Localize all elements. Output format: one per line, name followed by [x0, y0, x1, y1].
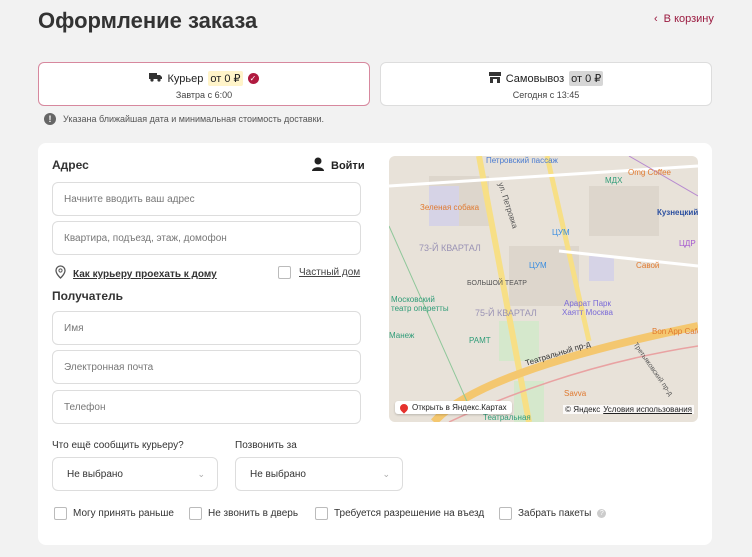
call-before-select[interactable]: Не выбрано ⌄	[235, 457, 403, 491]
option-label: Забрать пакеты	[518, 508, 592, 519]
call-before-label: Позвонить за	[235, 440, 297, 451]
courier-message-select[interactable]: Не выбрано ⌄	[52, 457, 218, 491]
map-label: Московский театр оперетты	[391, 295, 449, 313]
checkbox[interactable]	[315, 507, 328, 520]
private-house-label: Частный дом	[299, 267, 361, 278]
option-label: Не звонить в дверь	[208, 508, 299, 519]
directions-link[interactable]: Как курьеру проехать к дому	[73, 269, 217, 280]
back-to-cart-link[interactable]: ‹ В корзину	[654, 13, 714, 25]
delivery-note: ! Указана ближайшая дата и минимальная ст…	[44, 113, 324, 125]
open-in-yandex-maps-button[interactable]: Открыть в Яндекс.Картах	[395, 401, 512, 414]
map-label: Петровский пассаж	[486, 156, 558, 165]
address-heading: Адрес	[52, 158, 89, 172]
option-label: Требуется разрешение на въезд	[334, 508, 485, 519]
option-dont-ring[interactable]: Не звонить в дверь	[189, 507, 298, 520]
map-label: БОЛЬШОЙ ТЕАТР	[467, 280, 527, 287]
map-label: 73-Й КВАРТАЛ	[419, 243, 481, 253]
login-label: Войти	[331, 159, 365, 172]
private-house-checkbox[interactable]	[278, 266, 291, 279]
copyright-text: © Яндекс	[565, 405, 601, 414]
option-entry-permit[interactable]: Требуется разрешение на въезд	[315, 507, 484, 520]
recipient-heading: Получатель	[52, 289, 123, 303]
help-icon[interactable]: ?	[597, 509, 607, 518]
map-label: РАМТ	[469, 336, 491, 345]
map[interactable]: Петровский пассаж ул. Петровка Зеленая с…	[389, 156, 698, 422]
directions-row: Как курьеру проехать к дому	[55, 265, 217, 284]
chevron-down-icon: ⌄	[197, 468, 205, 479]
price-badge: от 0 ₽	[569, 71, 604, 86]
map-label: Манеж	[389, 331, 415, 340]
tab-label: Самовывоз	[505, 72, 565, 85]
map-label: ЦДР	[679, 239, 696, 248]
price-badge: от 0 ₽	[208, 71, 243, 86]
courier-message-label: Что ещё сообщить курьеру?	[52, 440, 184, 451]
tab-pickup[interactable]: Самовывоз от 0 ₽ Сегодня с 13:45	[380, 62, 712, 106]
checkbox[interactable]	[189, 507, 202, 520]
page-title: Оформление заказа	[38, 8, 258, 33]
map-label: ЦУМ	[552, 228, 570, 237]
map-copyright: © Яндекс Условия использования	[563, 405, 694, 414]
user-icon	[312, 157, 324, 174]
tab-courier[interactable]: Курьер от 0 ₽ ✓ Завтра с 6:00	[38, 62, 370, 106]
map-pin-icon	[398, 401, 410, 414]
tab-label: Курьер	[167, 72, 204, 85]
truck-icon	[149, 72, 163, 85]
address-input[interactable]: Начните вводить ваш адрес	[52, 182, 361, 216]
map-label: МДХ	[605, 176, 623, 185]
option-label: Могу принять раньше	[73, 508, 174, 519]
phone-input[interactable]: Телефон	[52, 390, 361, 424]
tab-subtitle: Завтра с 6:00	[175, 90, 233, 100]
option-take-bags[interactable]: Забрать пакеты?	[499, 507, 607, 520]
note-text: Указана ближайшая дата и минимальная сто…	[63, 114, 325, 124]
map-label: Савой	[636, 261, 660, 270]
private-house-option[interactable]: Частный дом	[278, 266, 360, 279]
open-label: Открыть в Яндекс.Картах	[412, 403, 507, 412]
location-pin-icon	[55, 265, 66, 284]
back-label: В корзину	[663, 13, 714, 25]
apartment-details-input[interactable]: Квартира, подъезд, этаж, домофон	[52, 221, 361, 255]
map-label: ЦУМ	[529, 261, 547, 270]
map-label: Savva	[564, 389, 587, 398]
map-label: 75-Й КВАРТАЛ	[475, 308, 537, 318]
map-label: Зеленая собака	[420, 203, 480, 212]
map-label: Omg Coffee	[628, 168, 671, 177]
map-label: Театральная	[483, 413, 531, 422]
email-input[interactable]: Электронная почта	[52, 350, 361, 384]
check-icon: ✓	[247, 73, 259, 84]
select-value: Не выбрано	[250, 468, 306, 480]
name-input[interactable]: Имя	[52, 311, 361, 345]
info-icon: !	[44, 113, 56, 125]
chevron-left-icon: ‹	[654, 13, 658, 25]
store-icon	[488, 71, 501, 86]
tab-subtitle: Сегодня с 13:45	[512, 90, 580, 100]
select-value: Не выбрано	[67, 468, 123, 480]
map-roads	[389, 156, 698, 422]
checkbox[interactable]	[499, 507, 512, 520]
option-accept-earlier[interactable]: Могу принять раньше	[54, 507, 174, 520]
chevron-down-icon: ⌄	[382, 468, 390, 479]
map-label: Bon App Cafe	[652, 327, 698, 336]
map-label: Кузнецкий	[657, 208, 698, 217]
login-button[interactable]: Войти	[312, 157, 365, 174]
checkbox[interactable]	[54, 507, 67, 520]
map-label: Арарат Парк Хаятт Москва	[562, 299, 613, 317]
terms-link[interactable]: Условия использования	[603, 405, 692, 414]
